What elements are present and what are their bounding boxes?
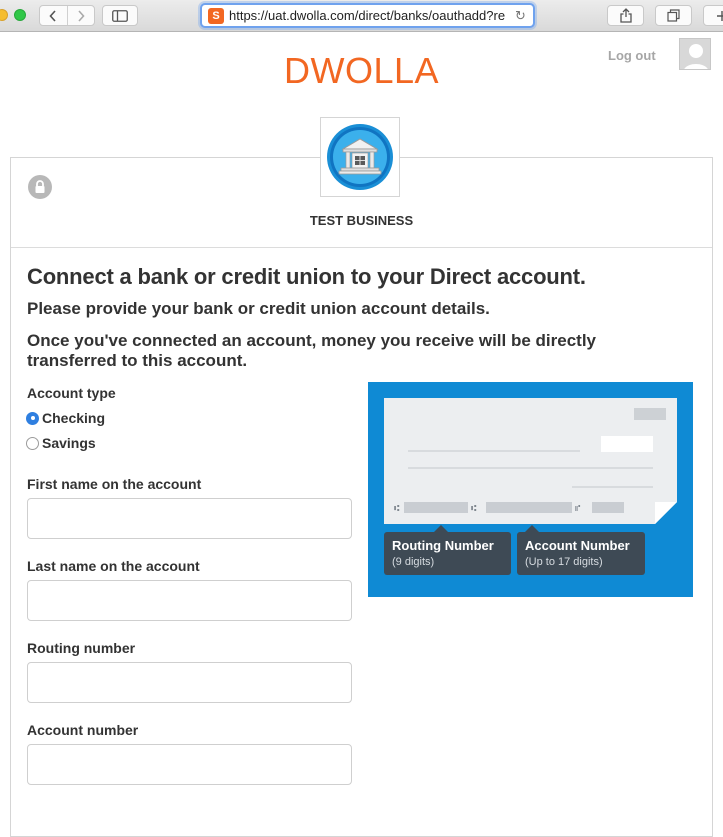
page-subtitle: Please provide your bank or credit union… (27, 299, 490, 319)
tooltip-arrow (525, 525, 539, 532)
routing-number-field[interactable] (27, 662, 352, 703)
first-name-field[interactable] (27, 498, 352, 539)
account-type-label: Account type (27, 385, 116, 401)
radio-checking[interactable]: Checking (26, 410, 105, 426)
forward-button[interactable] (67, 6, 95, 25)
page-title: Connect a bank or credit union to your D… (27, 264, 586, 290)
routing-number-tooltip: Routing Number (9 digits) (384, 532, 511, 575)
radio-checking-label: Checking (42, 410, 105, 426)
back-button[interactable] (40, 6, 67, 25)
radio-savings[interactable]: Savings (26, 435, 96, 451)
svg-text:⑈: ⑈ (575, 504, 581, 514)
lock-icon (28, 175, 52, 199)
logout-link[interactable]: Log out (608, 48, 656, 63)
business-logo-frame (320, 117, 400, 197)
page-note: Once you've connected an account, money … (27, 331, 667, 371)
dwolla-logo[interactable]: DWOLLA (284, 50, 439, 92)
browser-toolbar: S https://uat.dwolla.com/direct/banks/oa… (0, 0, 723, 32)
check-illustration: ⑆ ⑆ ⑈ Routing Number (9 digits) Account … (368, 382, 693, 597)
minimize-window-button[interactable] (0, 9, 8, 21)
sidebar-icon (112, 10, 128, 22)
account-tooltip-hint: (Up to 17 digits) (525, 556, 637, 568)
last-name-label: Last name on the account (27, 558, 200, 574)
routing-number-label: Routing number (27, 640, 135, 656)
check-image: ⑆ ⑆ ⑈ (384, 398, 677, 524)
routing-tooltip-title: Routing Number (392, 538, 503, 553)
tab-overview-button[interactable] (655, 5, 692, 26)
chevron-left-icon (49, 10, 57, 22)
share-button[interactable] (607, 5, 644, 26)
check-graphic: ⑆ ⑆ ⑈ (384, 398, 677, 524)
site-favicon-icon: S (208, 8, 224, 24)
radio-savings-label: Savings (42, 435, 96, 451)
plus-icon (716, 10, 723, 22)
business-name: TEST BUSINESS (0, 213, 723, 228)
user-silhouette-icon (680, 39, 711, 70)
tabs-icon (667, 9, 680, 22)
share-icon (620, 8, 632, 23)
account-number-label: Account number (27, 722, 138, 738)
radio-button-unchecked[interactable] (26, 437, 39, 450)
url-text[interactable]: https://uat.dwolla.com/direct/banks/oaut… (229, 8, 511, 23)
reload-icon[interactable]: ↻ (515, 8, 526, 24)
last-name-field[interactable] (27, 580, 352, 621)
svg-text:⑆: ⑆ (471, 504, 477, 514)
account-number-field[interactable] (27, 744, 352, 785)
routing-tooltip-hint: (9 digits) (392, 556, 503, 568)
first-name-label: First name on the account (27, 476, 201, 492)
bank-building-icon (325, 122, 395, 192)
zoom-window-button[interactable] (14, 9, 26, 21)
address-bar[interactable]: S https://uat.dwolla.com/direct/banks/oa… (200, 3, 535, 28)
svg-text:⑆: ⑆ (394, 504, 400, 514)
account-tooltip-title: Account Number (525, 538, 637, 553)
new-tab-button[interactable] (703, 5, 723, 26)
chevron-right-icon (77, 10, 85, 22)
history-nav (39, 5, 95, 26)
account-number-tooltip: Account Number (Up to 17 digits) (517, 532, 645, 575)
tooltip-arrow (434, 525, 448, 532)
sidebar-toggle-button[interactable] (102, 5, 138, 26)
radio-button-checked[interactable] (26, 412, 39, 425)
avatar[interactable] (679, 38, 711, 70)
